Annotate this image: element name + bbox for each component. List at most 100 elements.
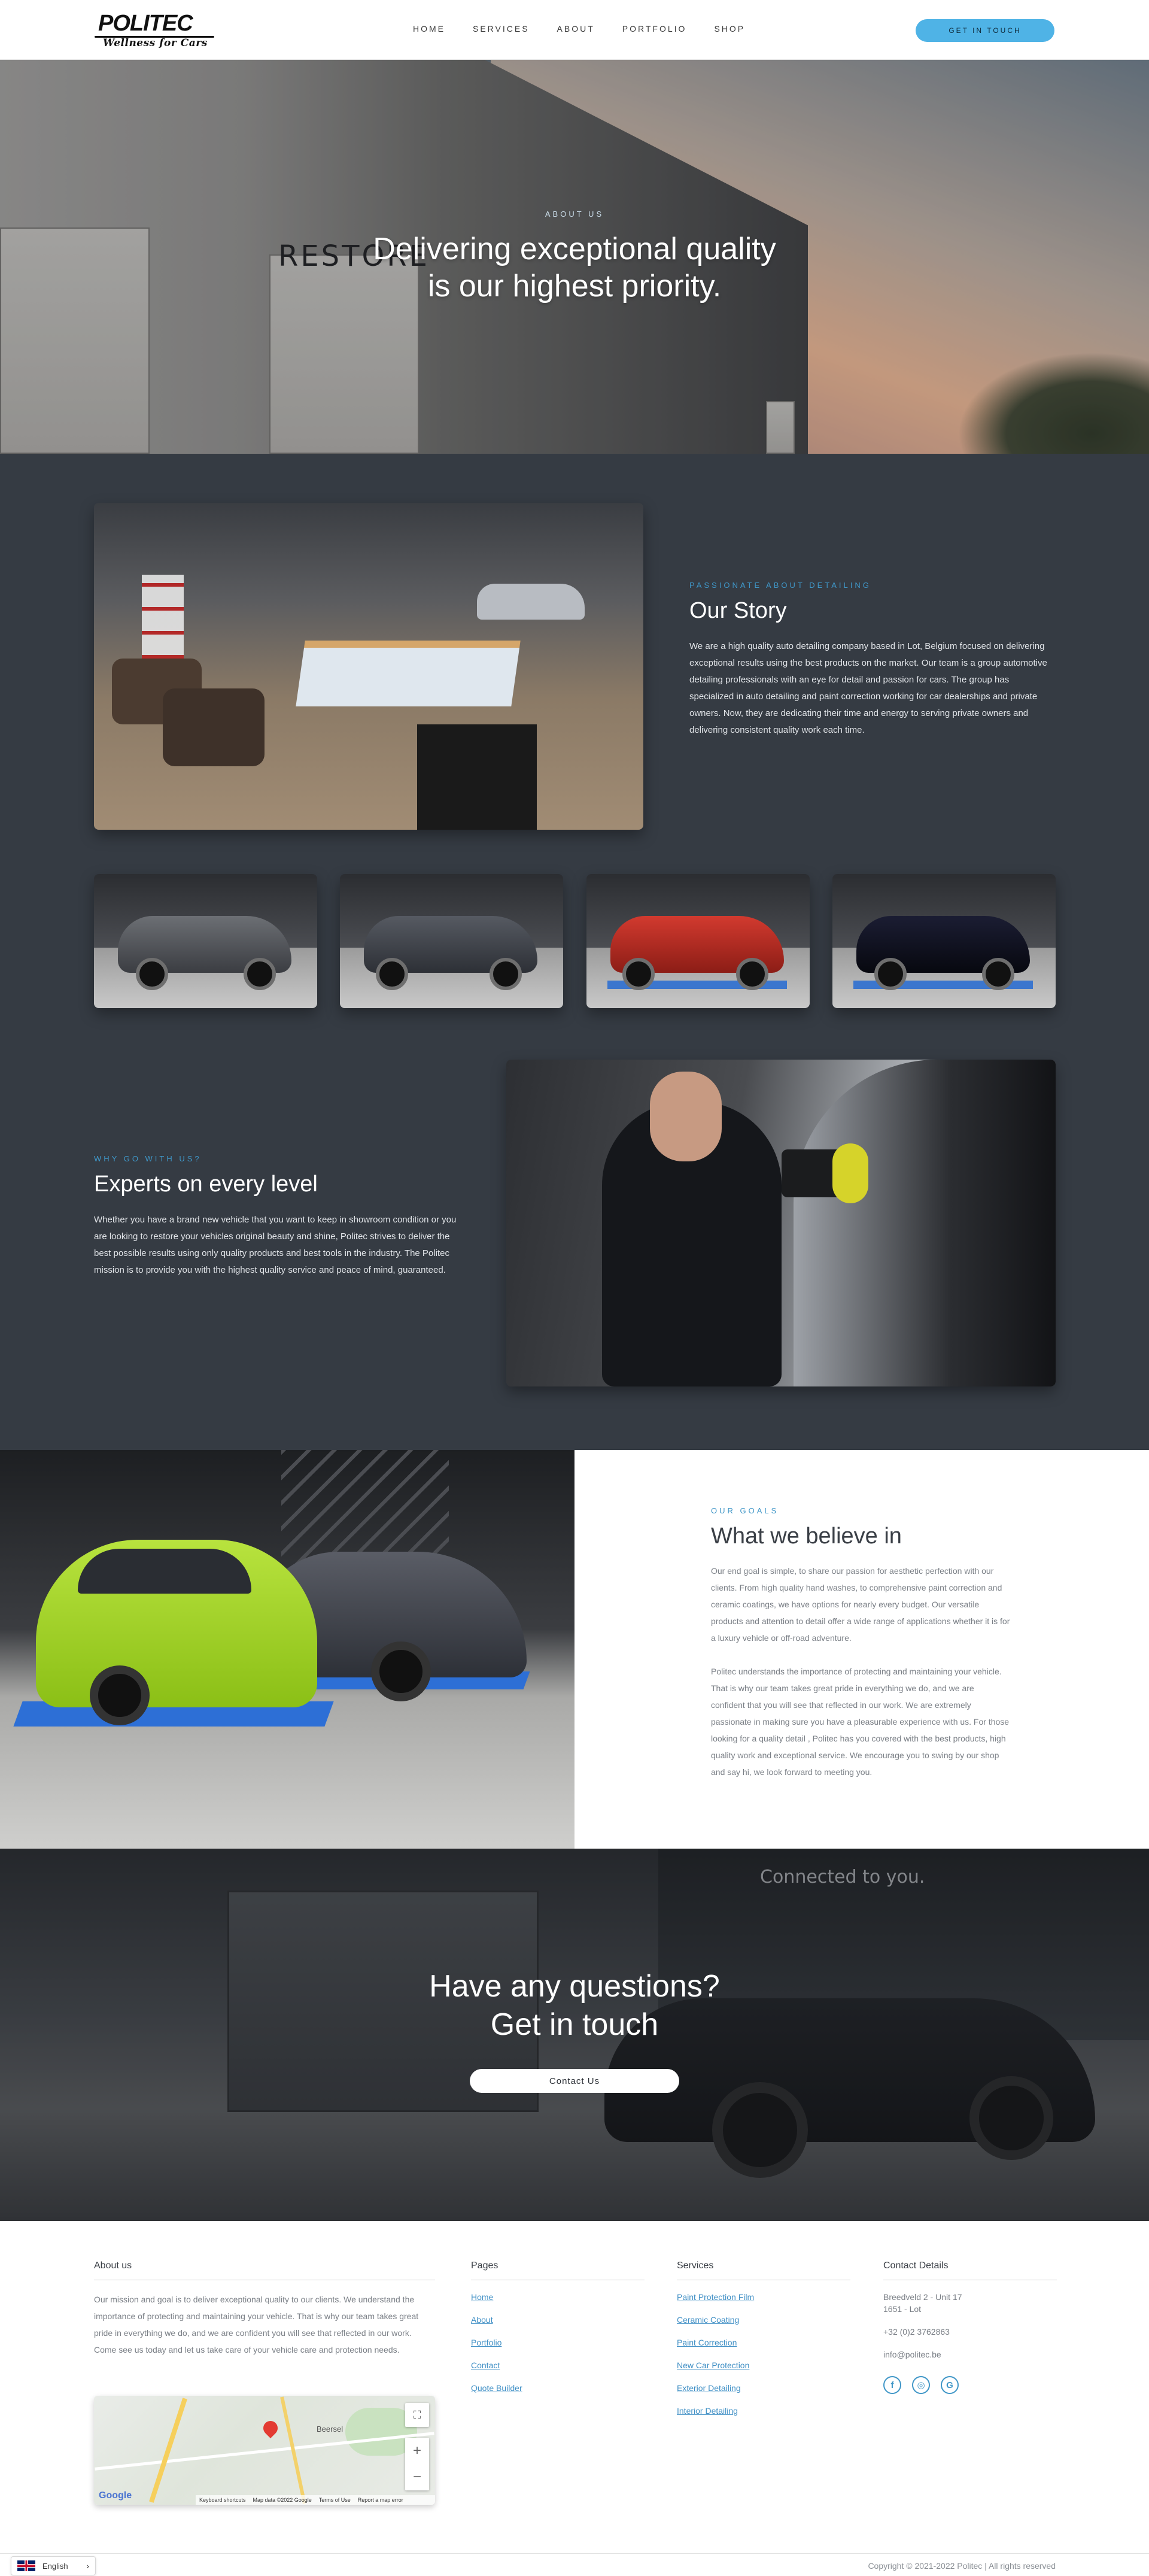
nav-portfolio[interactable]: PORTFOLIO xyxy=(622,24,687,34)
hero-title-line1: Delivering exceptional quality xyxy=(373,232,776,266)
main-nav: HOME SERVICES ABOUT PORTFOLIO SHOP xyxy=(413,24,773,34)
footer-bottom-bar: English › Copyright © 2021-2022 Politec … xyxy=(0,2553,1149,2576)
footer-about-text: Our mission and goal is to deliver excep… xyxy=(94,2295,419,2354)
car-wheel xyxy=(371,1642,431,1701)
footer-link-interior-detailing[interactable]: Interior Detailing xyxy=(677,2405,850,2417)
language-selector[interactable]: English › xyxy=(11,2556,96,2575)
footer-services-title: Services xyxy=(677,2261,850,2280)
contact-banner: Connected to you. Have any questions? Ge… xyxy=(0,1849,1149,2221)
footer-link-contact[interactable]: Contact xyxy=(471,2359,645,2371)
story-section: PASSIONATE ABOUT DETAILING Our Story We … xyxy=(0,454,1149,1450)
footer-link-ceramic-coating[interactable]: Ceramic Coating xyxy=(677,2314,850,2326)
footer-pages-list: Home About Portfolio Contact Quote Build… xyxy=(471,2291,645,2394)
contact-us-button[interactable]: Contact Us xyxy=(470,2069,679,2093)
showroom-cars-photo xyxy=(0,1450,574,1849)
car-wheel xyxy=(736,958,768,990)
map-attribution: Keyboard shortcuts Map data ©2022 Google… xyxy=(196,2495,435,2505)
footer-about-title: About us xyxy=(94,2261,435,2280)
copyright-text: Copyright © 2021-2022 Politec | All righ… xyxy=(868,2561,1056,2571)
footer-link-new-car-protection[interactable]: New Car Protection xyxy=(677,2359,850,2371)
footer-link-paint-protection-film[interactable]: Paint Protection Film xyxy=(677,2291,850,2303)
car-wheel xyxy=(622,958,655,990)
detailer-photo xyxy=(506,1060,1056,1386)
detailer-head xyxy=(650,1072,722,1161)
reception-counter xyxy=(296,641,521,706)
fullscreen-icon[interactable]: ⛶ xyxy=(405,2403,429,2427)
zoom-out-icon[interactable]: − xyxy=(405,2464,429,2490)
footer-link-portfolio[interactable]: Portfolio xyxy=(471,2337,645,2349)
social-links: f ◎ G xyxy=(883,2376,1057,2394)
footer-contact: Contact Details Breedveld 2 - Unit 17 16… xyxy=(883,2261,1057,2394)
experts-text: WHY GO WITH US? Experts on every level W… xyxy=(94,1154,465,1279)
map-data-text: Map data ©2022 Google xyxy=(253,2497,312,2503)
location-map[interactable]: Beersel ⛶ + − Google Keyboard shortcuts … xyxy=(94,2396,435,2505)
car-wheel xyxy=(136,958,168,990)
phone-number[interactable]: +32 (0)2 3762863 xyxy=(883,2326,1057,2338)
leather-sofa xyxy=(163,688,265,766)
nav-shop[interactable]: SHOP xyxy=(714,24,745,34)
beliefs-text: OUR GOALS What we believe in Our end goa… xyxy=(711,1506,1010,1780)
hero-title-line2: is our highest priority. xyxy=(427,269,722,304)
hero-section: RESTORE ABOUT US Delivering exceptional … xyxy=(0,60,1149,454)
address-line-1: Breedveld 2 - Unit 17 xyxy=(883,2292,962,2302)
display-pedestal xyxy=(417,724,537,830)
footer-pages: Pages Home About Portfolio Contact Quote… xyxy=(471,2261,645,2405)
terms-of-use-link[interactable]: Terms of Use xyxy=(319,2497,351,2503)
polishing-pad xyxy=(832,1143,868,1203)
car-wheel xyxy=(90,1665,150,1725)
instagram-icon[interactable]: ◎ xyxy=(912,2376,930,2394)
story-eyebrow: PASSIONATE ABOUT DETAILING xyxy=(689,581,871,590)
report-map-error-link[interactable]: Report a map error xyxy=(358,2497,403,2503)
beliefs-body-2: Politec understands the importance of pr… xyxy=(711,1667,1010,1777)
footer-link-exterior-detailing[interactable]: Exterior Detailing xyxy=(677,2382,850,2394)
footer-services-list: Paint Protection Film Ceramic Coating Pa… xyxy=(677,2291,850,2417)
gallery-photo-red-convertible[interactable] xyxy=(586,874,810,1008)
experts-title: Experts on every level xyxy=(94,1172,318,1197)
address-line-2: 1651 - Lot xyxy=(883,2304,922,2314)
gallery-photo-grey-supercar[interactable] xyxy=(94,874,317,1008)
hero-eyebrow: ABOUT US xyxy=(545,210,604,219)
gallery-photo-dark-sedan[interactable] xyxy=(340,874,563,1008)
keyboard-shortcuts-link[interactable]: Keyboard shortcuts xyxy=(199,2497,246,2503)
google-icon[interactable]: G xyxy=(941,2376,959,2394)
experts-body: Whether you have a brand new vehicle tha… xyxy=(94,1215,457,1275)
beliefs-title: What we believe in xyxy=(711,1524,902,1549)
experts-eyebrow: WHY GO WITH US? xyxy=(94,1154,202,1163)
footer-link-paint-correction[interactable]: Paint Correction xyxy=(677,2337,850,2349)
footer-link-home[interactable]: Home xyxy=(471,2291,645,2303)
nav-home[interactable]: HOME xyxy=(413,24,445,34)
contact-title-line1: Have any questions? xyxy=(429,1969,720,2004)
contact-details: Breedveld 2 - Unit 17 1651 - Lot +32 (0)… xyxy=(883,2291,1057,2360)
zoom-controls: + − xyxy=(405,2438,429,2490)
zoom-in-icon[interactable]: + xyxy=(405,2438,429,2464)
get-in-touch-button[interactable]: GET IN TOUCH xyxy=(916,19,1054,42)
logo-tagline: Wellness for Cars xyxy=(103,37,208,49)
story-title: Our Story xyxy=(689,598,787,623)
facebook-icon[interactable]: f xyxy=(883,2376,901,2394)
chevron-right-icon: › xyxy=(86,2561,89,2571)
hero-title: Delivering exceptional quality is our hi… xyxy=(0,230,1149,305)
email-address[interactable]: info@politec.be xyxy=(883,2349,1057,2360)
story-text: PASSIONATE ABOUT DETAILING Our Story We … xyxy=(689,581,1054,739)
site-footer: About us Our mission and goal is to deli… xyxy=(0,2221,1149,2576)
beliefs-eyebrow: OUR GOALS xyxy=(711,1506,779,1515)
map-road xyxy=(149,2398,187,2503)
footer-link-quote-builder[interactable]: Quote Builder xyxy=(471,2382,645,2394)
footer-contact-title: Contact Details xyxy=(883,2261,1057,2280)
nav-services[interactable]: SERVICES xyxy=(473,24,530,34)
car-wheel xyxy=(874,958,907,990)
car-side-panel xyxy=(794,1060,1056,1386)
map-pin-icon[interactable] xyxy=(260,2418,281,2438)
gallery-photo-black-coupe[interactable] xyxy=(832,874,1056,1008)
footer-link-about[interactable]: About xyxy=(471,2314,645,2326)
footer-about: About us Our mission and goal is to deli… xyxy=(94,2261,435,2358)
beliefs-body-1: Our end goal is simple, to share our pas… xyxy=(711,1566,1010,1643)
nav-about[interactable]: ABOUT xyxy=(557,24,595,34)
car-wheel xyxy=(490,958,522,990)
car-wheel xyxy=(376,958,408,990)
politec-logo[interactable]: POLITEC Wellness for Cars xyxy=(95,11,220,49)
site-header: POLITEC Wellness for Cars HOME SERVICES … xyxy=(0,0,1149,60)
showroom-car xyxy=(477,584,585,620)
google-logo: Google xyxy=(99,2490,132,2501)
story-body: We are a high quality auto detailing com… xyxy=(689,641,1047,735)
